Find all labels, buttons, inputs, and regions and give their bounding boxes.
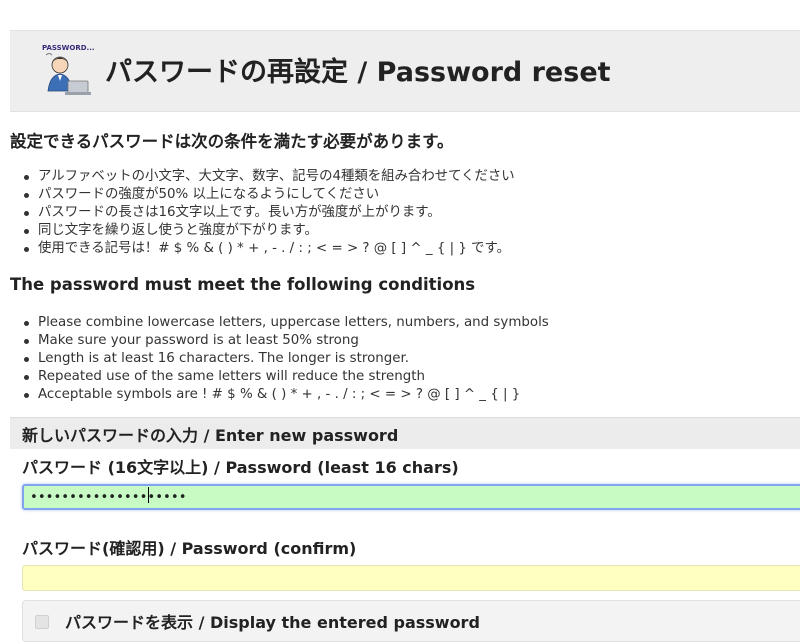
person-with-laptop-icon: PASSWORD... xyxy=(42,44,95,95)
panel-title: 新しいパスワードの入力 / Enter new password xyxy=(22,426,399,445)
text-caret xyxy=(148,487,149,503)
list-item: 使用できる記号は！# $ % & ( ) * + , - . / : ; < =… xyxy=(20,240,515,258)
new-password-form: 新しいパスワードの入力 / Enter new password パスワード (… xyxy=(10,417,800,642)
password-reset-page: PASSWORD... パスワードの再設定 / Password reset 設… xyxy=(0,0,800,642)
confirm-password-label: パスワード(確認用) / Password (confirm) xyxy=(22,539,357,558)
list-item: アルファベットの小文字、大文字、数字、記号の4種類を組み合わせてください xyxy=(20,168,515,186)
list-item: Acceptable symbols are ! # $ % & ( ) * +… xyxy=(20,386,549,404)
list-item: Please combine lowercase letters, upperc… xyxy=(20,314,549,332)
list-item: Make sure your password is at least 50% … xyxy=(20,332,549,350)
list-item: Repeated use of the same letters will re… xyxy=(20,368,549,386)
list-item: Length is at least 16 characters. The lo… xyxy=(20,350,549,368)
logo-caption: PASSWORD... xyxy=(42,44,95,52)
conditions-list-ja: アルファベットの小文字、大文字、数字、記号の4種類を組み合わせてください パスワ… xyxy=(20,168,515,258)
list-item: 同じ文字を繰り返し使うと強度が下がります。 xyxy=(20,222,515,240)
show-password-checkbox[interactable] xyxy=(35,615,49,629)
list-item: パスワードの強度が50% 以上になるようにしてください xyxy=(20,186,515,204)
show-password-toggle[interactable]: パスワードを表示 / Display the entered password xyxy=(22,600,800,642)
confirm-password-input[interactable] xyxy=(22,565,800,591)
password-label: パスワード (16文字以上) / Password (least 16 char… xyxy=(22,458,459,477)
conditions-heading-en: The password must meet the following con… xyxy=(10,275,476,294)
conditions-list-en: Please combine lowercase letters, upperc… xyxy=(20,314,549,404)
page-title: パスワードの再設定 / Password reset xyxy=(105,57,611,88)
page-header: PASSWORD... パスワードの再設定 / Password reset xyxy=(10,30,800,112)
conditions-heading-ja: 設定できるパスワードは次の条件を満たす必要があります。 xyxy=(10,132,454,151)
list-item: パスワードの長さは16文字以上です。長い方が強度が上がります。 xyxy=(20,204,515,222)
show-password-label[interactable]: パスワードを表示 / Display the entered password xyxy=(65,609,480,633)
panel-heading: 新しいパスワードの入力 / Enter new password xyxy=(10,417,800,449)
password-input[interactable] xyxy=(22,484,800,510)
